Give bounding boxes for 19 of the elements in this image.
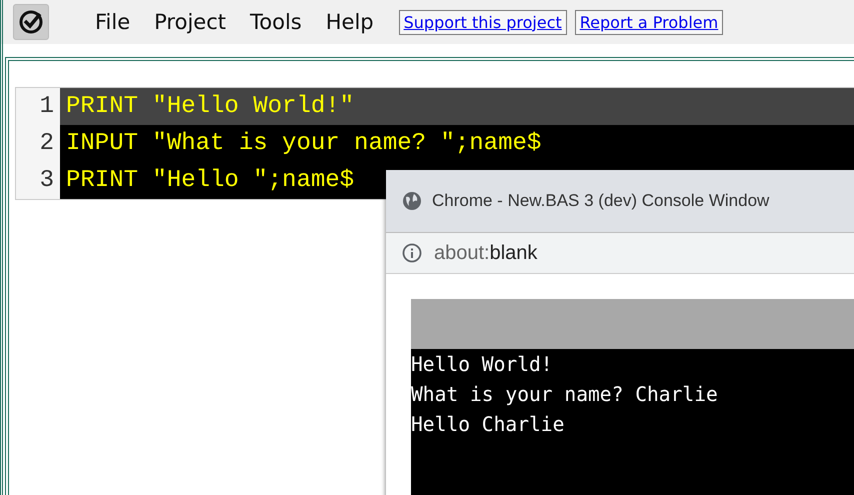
window-title: Chrome - New.BAS 3 (dev) Console Window (432, 191, 770, 211)
link[interactable]: Report a Problem (574, 10, 724, 34)
line-number: 3 (16, 162, 60, 199)
line-number: 2 (16, 125, 60, 162)
menu-item[interactable]: Tools (250, 10, 302, 34)
menu-item[interactable]: Project (154, 10, 226, 34)
info-icon (402, 243, 422, 263)
code-line: INPUT "What is your name? ";name$ (65, 129, 542, 159)
output-line: Hello Charlie (411, 411, 564, 438)
menu-item[interactable]: Help (326, 10, 374, 34)
app-icon[interactable] (13, 4, 49, 40)
output-line: What is your name? Charlie (411, 381, 718, 408)
link[interactable]: Support this project (398, 10, 567, 34)
globe-icon (402, 191, 422, 211)
line-number: 1 (16, 88, 60, 125)
output-line: Hello World! (411, 351, 553, 378)
code-line: PRINT "Hello ";name$ (65, 166, 356, 196)
address-text[interactable]: about:blank (434, 242, 538, 264)
menu-item[interactable]: File (95, 10, 130, 34)
